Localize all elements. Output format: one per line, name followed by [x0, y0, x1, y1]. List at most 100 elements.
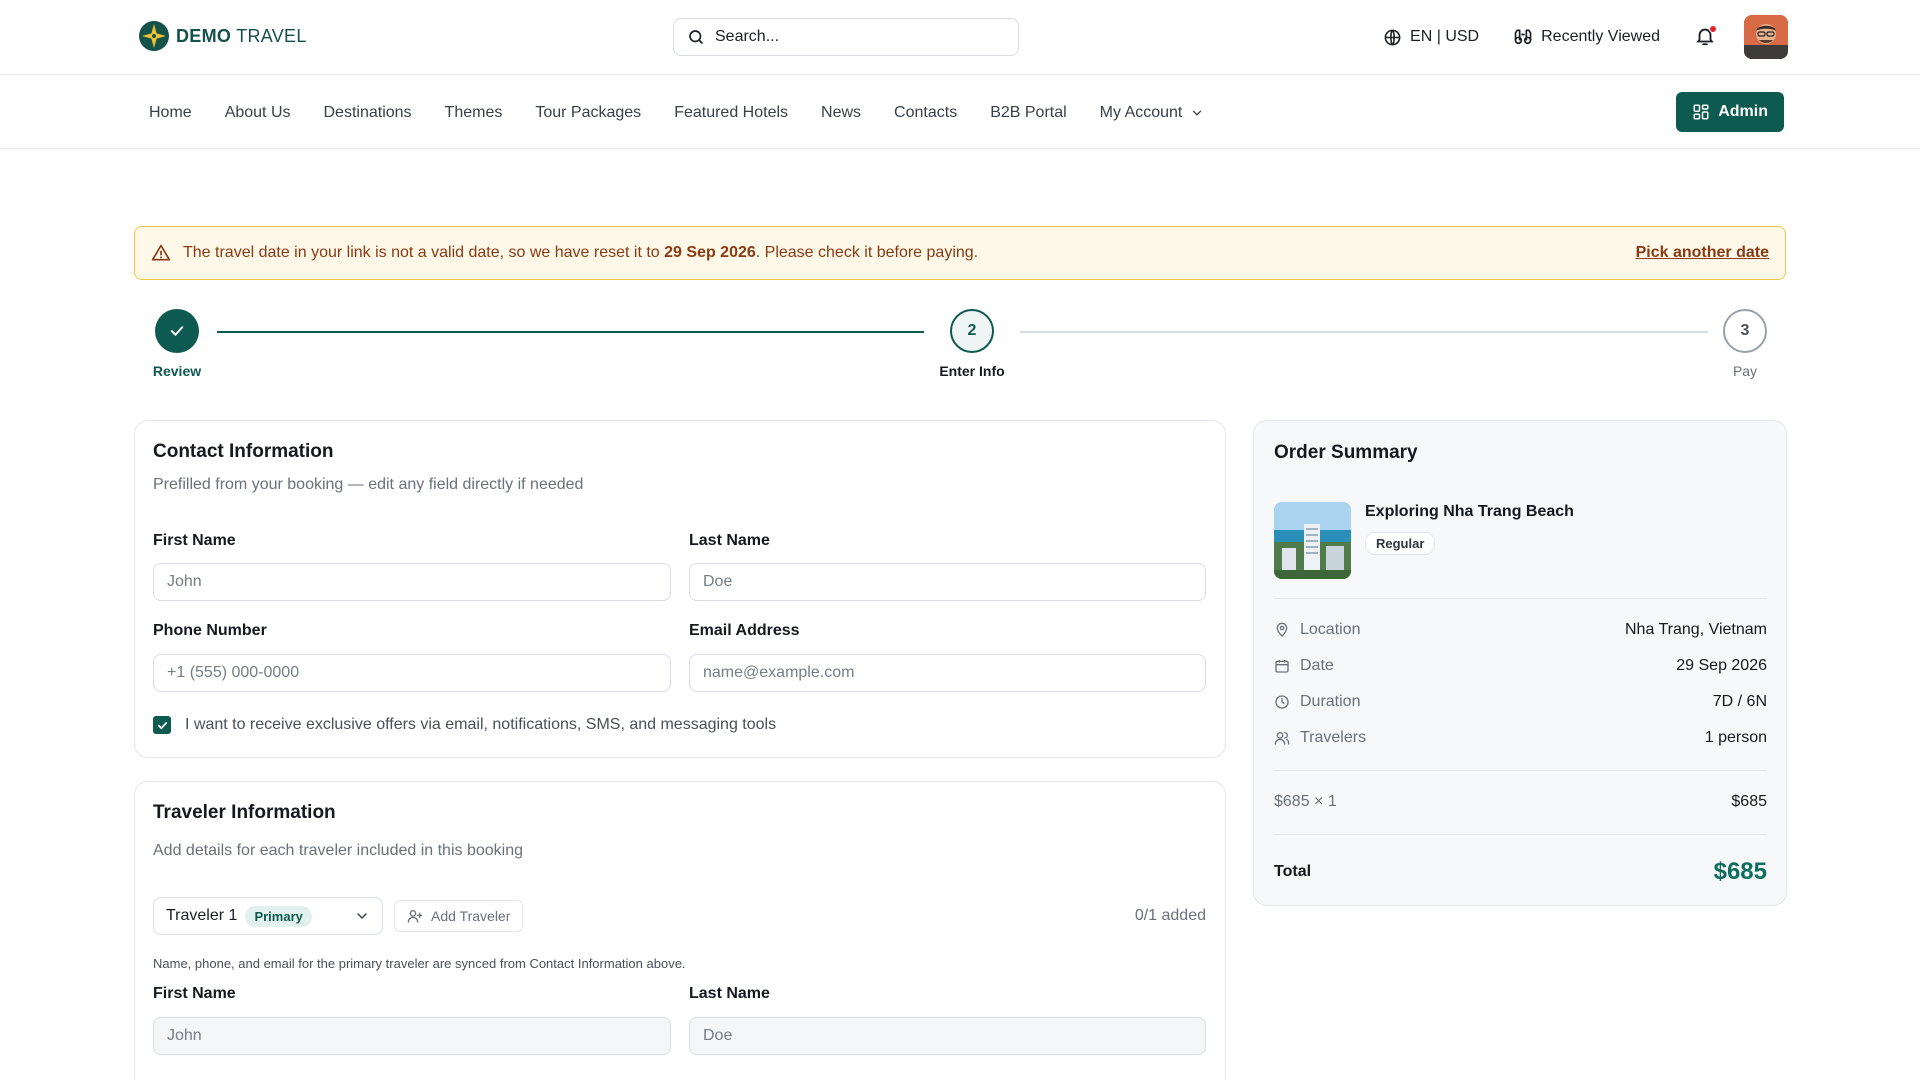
- nav-my-account-label: My Account: [1099, 103, 1183, 121]
- search-input[interactable]: [715, 28, 995, 46]
- summary-divider: [1274, 834, 1767, 835]
- travelers-added-count: 0/1 added: [1134, 907, 1206, 924]
- globe-icon: [1384, 29, 1401, 45]
- order-summary-title: Order Summary: [1274, 442, 1418, 463]
- locale-selector[interactable]: EN | USD: [1383, 28, 1479, 47]
- traveler-select-value: Traveler 1: [166, 907, 238, 924]
- summary-total: Total $685: [1274, 858, 1767, 886]
- contact-last-name-label: Last Name: [689, 532, 770, 549]
- notification-dot: [1709, 25, 1717, 33]
- step-connector-2: [1020, 331, 1708, 333]
- search-box[interactable]: [673, 18, 1019, 56]
- chevron-down-icon: [1193, 110, 1202, 116]
- alert-message: The travel date in your link is not a va…: [183, 244, 979, 261]
- summary-price-line-value: $685: [1731, 793, 1767, 810]
- binoculars-icon: [1514, 29, 1532, 45]
- tour-thumbnail: [1274, 502, 1351, 579]
- nav-news[interactable]: News: [821, 104, 861, 122]
- nav-about-us[interactable]: About Us: [225, 104, 291, 122]
- total-value: $685: [1713, 858, 1767, 885]
- total-label: Total: [1274, 863, 1312, 880]
- traveler-first-name-input[interactable]: [153, 1017, 671, 1055]
- nav-featured-hotels[interactable]: Featured Hotels: [674, 104, 788, 122]
- compass-logo-icon: [139, 21, 169, 51]
- nav-home[interactable]: Home: [149, 104, 192, 122]
- summary-divider: [1274, 770, 1767, 771]
- map-pin-icon: [1276, 622, 1288, 637]
- contact-first-name-input[interactable]: [153, 563, 671, 601]
- notifications-button[interactable]: [1694, 25, 1718, 49]
- brand-name: DEMO TRAVEL: [176, 25, 307, 46]
- admin-button[interactable]: Admin: [1676, 92, 1784, 132]
- summary-travelers-value: 1 person: [1704, 729, 1767, 746]
- primary-badge: Primary: [245, 905, 312, 927]
- primary-sync-note: Name, phone, and email for the primary t…: [153, 956, 686, 971]
- contact-email-input[interactable]: [689, 654, 1206, 692]
- summary-row-travelers: Travelers 1 person: [1274, 729, 1767, 747]
- summary-duration-value: 7D / 6N: [1712, 693, 1767, 710]
- summary-date-value: 29 Sep 2026: [1676, 657, 1767, 674]
- main-nav-bar: Home About Us Destinations Themes Tour P…: [0, 76, 1920, 149]
- step-review-circle[interactable]: [155, 309, 199, 353]
- contact-subtitle: Prefilled from your booking — edit any f…: [153, 476, 584, 493]
- summary-row-location: Location Nha Trang, Vietnam: [1274, 621, 1767, 639]
- summary-row-date: Date 29 Sep 2026: [1274, 657, 1767, 675]
- nav-contacts[interactable]: Contacts: [894, 104, 957, 122]
- contact-title: Contact Information: [153, 441, 334, 462]
- nav-destinations[interactable]: Destinations: [324, 104, 412, 122]
- contact-last-name-input[interactable]: [689, 563, 1206, 601]
- traveler-select[interactable]: Traveler 1 Primary: [153, 897, 383, 935]
- step-pay-label: Pay: [1732, 363, 1758, 379]
- order-summary-card: Order Summary Exploring Nha Trang Beach …: [1253, 420, 1787, 906]
- user-avatar[interactable]: [1744, 15, 1788, 59]
- contact-email-label: Email Address: [689, 622, 800, 639]
- nav-my-account[interactable]: My Account: [1100, 104, 1205, 122]
- recently-viewed-label: Recently Viewed: [1541, 28, 1660, 45]
- main-nav: Home About Us Destinations Themes Tour P…: [149, 76, 1237, 149]
- top-right-actions: EN | USD Recently Viewed: [1349, 14, 1788, 60]
- locale-label: EN | USD: [1410, 28, 1480, 45]
- nav-b2b-portal[interactable]: B2B Portal: [990, 104, 1066, 122]
- step-pay-circle: 3: [1723, 309, 1767, 353]
- add-traveler-label: Add Traveler: [431, 908, 511, 924]
- step-connector-1: [217, 331, 924, 333]
- users-icon: [1274, 732, 1290, 745]
- contact-phone-label: Phone Number: [153, 622, 267, 639]
- brand-logo[interactable]: DEMO TRAVEL: [138, 20, 307, 52]
- summary-price-line: $685 × 1 $685: [1274, 793, 1767, 810]
- contact-first-name-label: First Name: [153, 532, 236, 549]
- top-bar: DEMO TRAVEL EN | USD Recently Viewed: [0, 0, 1920, 75]
- chevron-down-icon: [357, 913, 367, 920]
- step-review-label: Review: [152, 363, 202, 379]
- add-traveler-button[interactable]: Add Traveler: [394, 900, 524, 932]
- check-icon: [157, 721, 167, 729]
- nav-themes[interactable]: Themes: [445, 104, 503, 122]
- dashboard-grid-icon: [1693, 104, 1709, 120]
- summary-location-value: Nha Trang, Vietnam: [1624, 621, 1767, 638]
- tour-name: Exploring Nha Trang Beach: [1365, 503, 1574, 520]
- traveler-last-name-label: Last Name: [689, 985, 770, 1002]
- contact-phone-input[interactable]: [153, 654, 671, 692]
- summary-divider: [1274, 598, 1767, 599]
- traveler-subtitle: Add details for each traveler included i…: [153, 842, 523, 859]
- search-icon: [689, 30, 703, 44]
- user-plus-icon: [407, 910, 423, 923]
- summary-row-duration: Duration 7D / 6N: [1274, 693, 1767, 711]
- recently-viewed-link[interactable]: Recently Viewed: [1513, 27, 1660, 47]
- traveler-last-name-input[interactable]: [689, 1017, 1206, 1055]
- traveler-first-name-label: First Name: [153, 985, 236, 1002]
- check-icon: [170, 326, 184, 336]
- nav-tour-packages[interactable]: Tour Packages: [535, 104, 641, 122]
- step-enter-info-circle: 2: [950, 309, 994, 353]
- step-enter-info-label: Enter Info: [939, 363, 1005, 379]
- admin-button-label: Admin: [1718, 103, 1768, 120]
- warning-icon: [151, 244, 171, 261]
- calendar-icon: [1275, 660, 1289, 673]
- clock-icon: [1275, 695, 1289, 709]
- pick-another-date-link[interactable]: Pick another date: [1636, 244, 1769, 262]
- offers-checkbox-label[interactable]: I want to receive exclusive offers via e…: [185, 716, 776, 734]
- alert-date: 29 Sep 2026: [664, 244, 756, 261]
- invalid-date-alert: The travel date in your link is not a va…: [134, 226, 1786, 280]
- offers-checkbox[interactable]: [153, 716, 171, 734]
- avatar-icon: [1744, 15, 1788, 59]
